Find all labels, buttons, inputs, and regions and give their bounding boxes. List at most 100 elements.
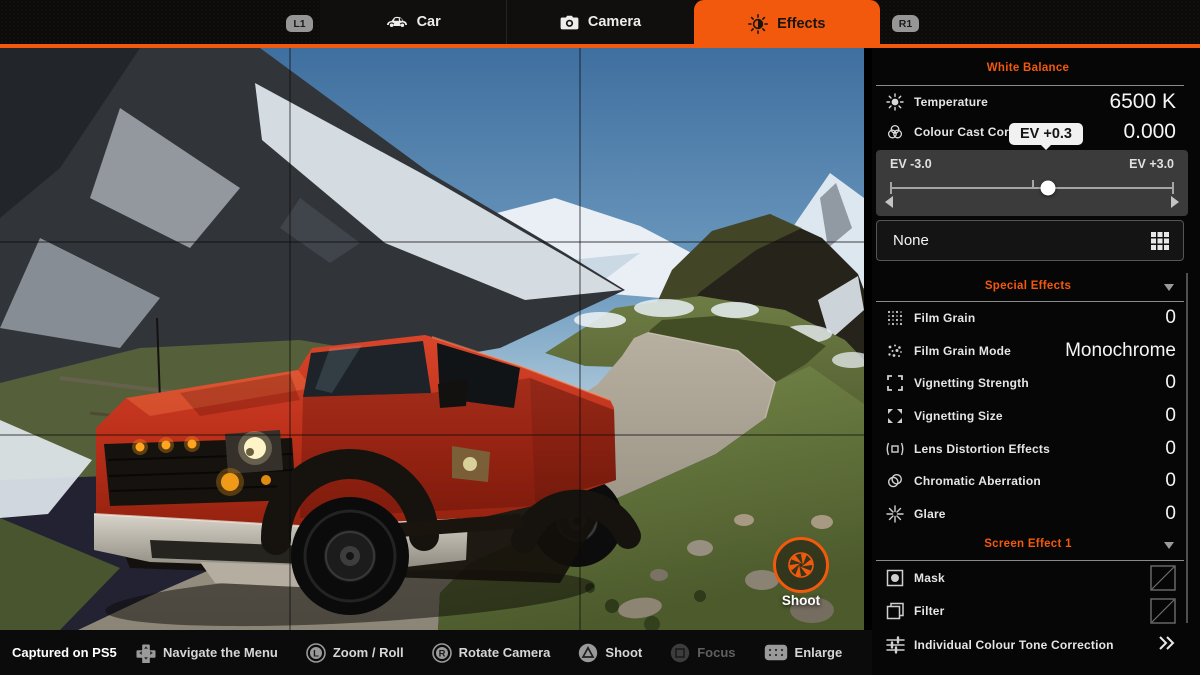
special-effects-collapse-toggle[interactable] bbox=[1164, 284, 1174, 291]
colour-cast-value: 0.000 bbox=[1123, 120, 1176, 144]
row-lens-distortion[interactable]: Lens Distortion Effects 0 bbox=[872, 432, 1200, 465]
row-chromatic-aberration[interactable]: Chromatic Aberration 0 bbox=[872, 465, 1200, 498]
chevrons-icon bbox=[1156, 636, 1176, 655]
tab-car[interactable]: Car bbox=[320, 0, 506, 44]
vignetting-size-icon bbox=[884, 407, 906, 425]
mask-icon bbox=[884, 569, 906, 587]
row-film-grain-mode[interactable]: Film Grain Mode Monochrome bbox=[872, 335, 1200, 368]
tab-car-label: Car bbox=[417, 14, 441, 30]
row-value: 0 bbox=[1165, 405, 1176, 427]
screen-effect-collapse-toggle[interactable] bbox=[1164, 542, 1174, 549]
tab-camera[interactable]: Camera bbox=[506, 0, 693, 44]
right-stick-icon: R bbox=[432, 643, 452, 663]
ev-increase-arrow[interactable] bbox=[1171, 196, 1179, 208]
tab-effects-label: Effects bbox=[777, 16, 825, 32]
row-label: Vignetting Strength bbox=[914, 376, 1029, 390]
hint-focus: Focus bbox=[670, 643, 735, 663]
screen-effect-header: Screen Effect 1 bbox=[876, 538, 1180, 550]
r1-shoulder-badge: R1 bbox=[892, 15, 919, 32]
tone-correction-sliders-icon bbox=[884, 636, 906, 654]
controller-hints: Navigate the Menu L Zoom / Roll R Rotate… bbox=[136, 643, 842, 663]
glare-icon bbox=[884, 505, 906, 523]
hint-enlarge: Enlarge bbox=[764, 644, 843, 661]
row-label: Vignetting Size bbox=[914, 409, 1003, 423]
svg-text:L: L bbox=[313, 648, 319, 659]
row-filter[interactable]: Filter bbox=[872, 594, 1200, 627]
row-label: Film Grain bbox=[914, 311, 975, 325]
row-vignetting-size[interactable]: Vignetting Size 0 bbox=[872, 400, 1200, 433]
temperature-icon bbox=[884, 93, 906, 111]
special-effects-header: Special Effects bbox=[876, 280, 1180, 292]
mask-checkbox[interactable] bbox=[1150, 565, 1176, 591]
row-label: Individual Colour Tone Correction bbox=[914, 638, 1114, 652]
row-label: Lens Distortion Effects bbox=[914, 442, 1050, 456]
hint-rotate-camera: R Rotate Camera bbox=[432, 643, 551, 663]
scape-photo-mountain-road-truck bbox=[0, 48, 864, 630]
row-label: Glare bbox=[914, 507, 946, 521]
row-value: Monochrome bbox=[1065, 340, 1176, 362]
divider bbox=[876, 85, 1184, 86]
tab-effects[interactable]: Effects bbox=[694, 0, 880, 48]
tab-camera-label: Camera bbox=[588, 14, 641, 30]
row-mask[interactable]: Mask bbox=[872, 561, 1200, 594]
ev-slider-handle[interactable] bbox=[1040, 181, 1055, 196]
row-value: 0 bbox=[1165, 503, 1176, 525]
grid-icon bbox=[1150, 231, 1170, 256]
ev-slider-panel: EV -3.0 EV +3.0 EV +0.3 bbox=[876, 150, 1188, 216]
effects-panel: White Balance Temperature 6500 K bbox=[872, 48, 1200, 675]
special-effects-rows: Film Grain 0 Film Grain Mode Monochrome bbox=[872, 302, 1200, 530]
ev-min-label: EV -3.0 bbox=[890, 157, 932, 171]
row-temperature[interactable]: Temperature 6500 K bbox=[872, 88, 1200, 116]
panel-scrollbar[interactable] bbox=[1186, 273, 1188, 623]
filter-checkbox[interactable] bbox=[1150, 598, 1176, 624]
row-label: Film Grain Mode bbox=[914, 344, 1011, 358]
row-value: 0 bbox=[1165, 438, 1176, 460]
vignetting-strength-icon bbox=[884, 374, 906, 392]
dpad-icon bbox=[136, 643, 156, 663]
car-icon bbox=[386, 15, 408, 29]
shoot-button-label: Shoot bbox=[758, 593, 844, 608]
ev-value-tooltip: EV +0.3 bbox=[1009, 123, 1083, 145]
touchpad-icon bbox=[764, 644, 788, 661]
svg-text:R: R bbox=[438, 648, 445, 659]
hint-label: Navigate the Menu bbox=[163, 645, 278, 660]
row-glare[interactable]: Glare 0 bbox=[872, 498, 1200, 531]
hint-label: Rotate Camera bbox=[459, 645, 551, 660]
wb-preset-value: None bbox=[893, 232, 929, 249]
captured-on-ps5-label: Captured on PS5 bbox=[12, 645, 130, 660]
hint-label: Enlarge bbox=[795, 645, 843, 660]
shoot-button[interactable] bbox=[773, 537, 829, 593]
lens-distortion-icon bbox=[884, 440, 906, 458]
wb-preset-selector[interactable]: None bbox=[876, 220, 1184, 261]
row-value: 0 bbox=[1165, 470, 1176, 492]
row-film-grain[interactable]: Film Grain 0 bbox=[872, 302, 1200, 335]
temperature-value: 6500 K bbox=[1109, 90, 1176, 114]
square-button-icon bbox=[670, 643, 690, 663]
tab-strip: Car Camera bbox=[320, 0, 880, 44]
l1-shoulder-badge: L1 bbox=[286, 15, 313, 32]
aperture-icon bbox=[787, 551, 815, 579]
ev-max-label: EV +3.0 bbox=[1129, 157, 1174, 171]
row-individual-colour-tone-correction[interactable]: Individual Colour Tone Correction bbox=[872, 627, 1200, 663]
chromatic-aberration-icon bbox=[884, 472, 906, 490]
film-grain-icon bbox=[884, 309, 906, 327]
row-value: 0 bbox=[1165, 307, 1176, 329]
row-value: 0 bbox=[1165, 372, 1176, 394]
ev-decrease-arrow[interactable] bbox=[885, 196, 893, 208]
ev-slider-track[interactable] bbox=[890, 187, 1174, 189]
hint-label: Focus bbox=[697, 645, 735, 660]
colour-cast-icon bbox=[884, 123, 906, 141]
row-label: Filter bbox=[914, 604, 945, 618]
gt7-photo-mode: L1 Car Camera bbox=[0, 0, 1200, 675]
camera-icon bbox=[560, 15, 579, 30]
left-stick-icon: L bbox=[306, 643, 326, 663]
row-label: Chromatic Aberration bbox=[914, 474, 1041, 488]
hint-label: Zoom / Roll bbox=[333, 645, 404, 660]
photo-viewport[interactable]: Shoot bbox=[0, 48, 864, 630]
footer-bar: Captured on PS5 Navigate the Menu L Zoom… bbox=[0, 630, 872, 675]
hint-shoot: Shoot bbox=[578, 643, 642, 663]
filter-icon bbox=[884, 602, 906, 620]
white-balance-header: White Balance bbox=[876, 62, 1180, 74]
row-vignetting-strength[interactable]: Vignetting Strength 0 bbox=[872, 367, 1200, 400]
film-grain-mode-icon bbox=[884, 342, 906, 360]
